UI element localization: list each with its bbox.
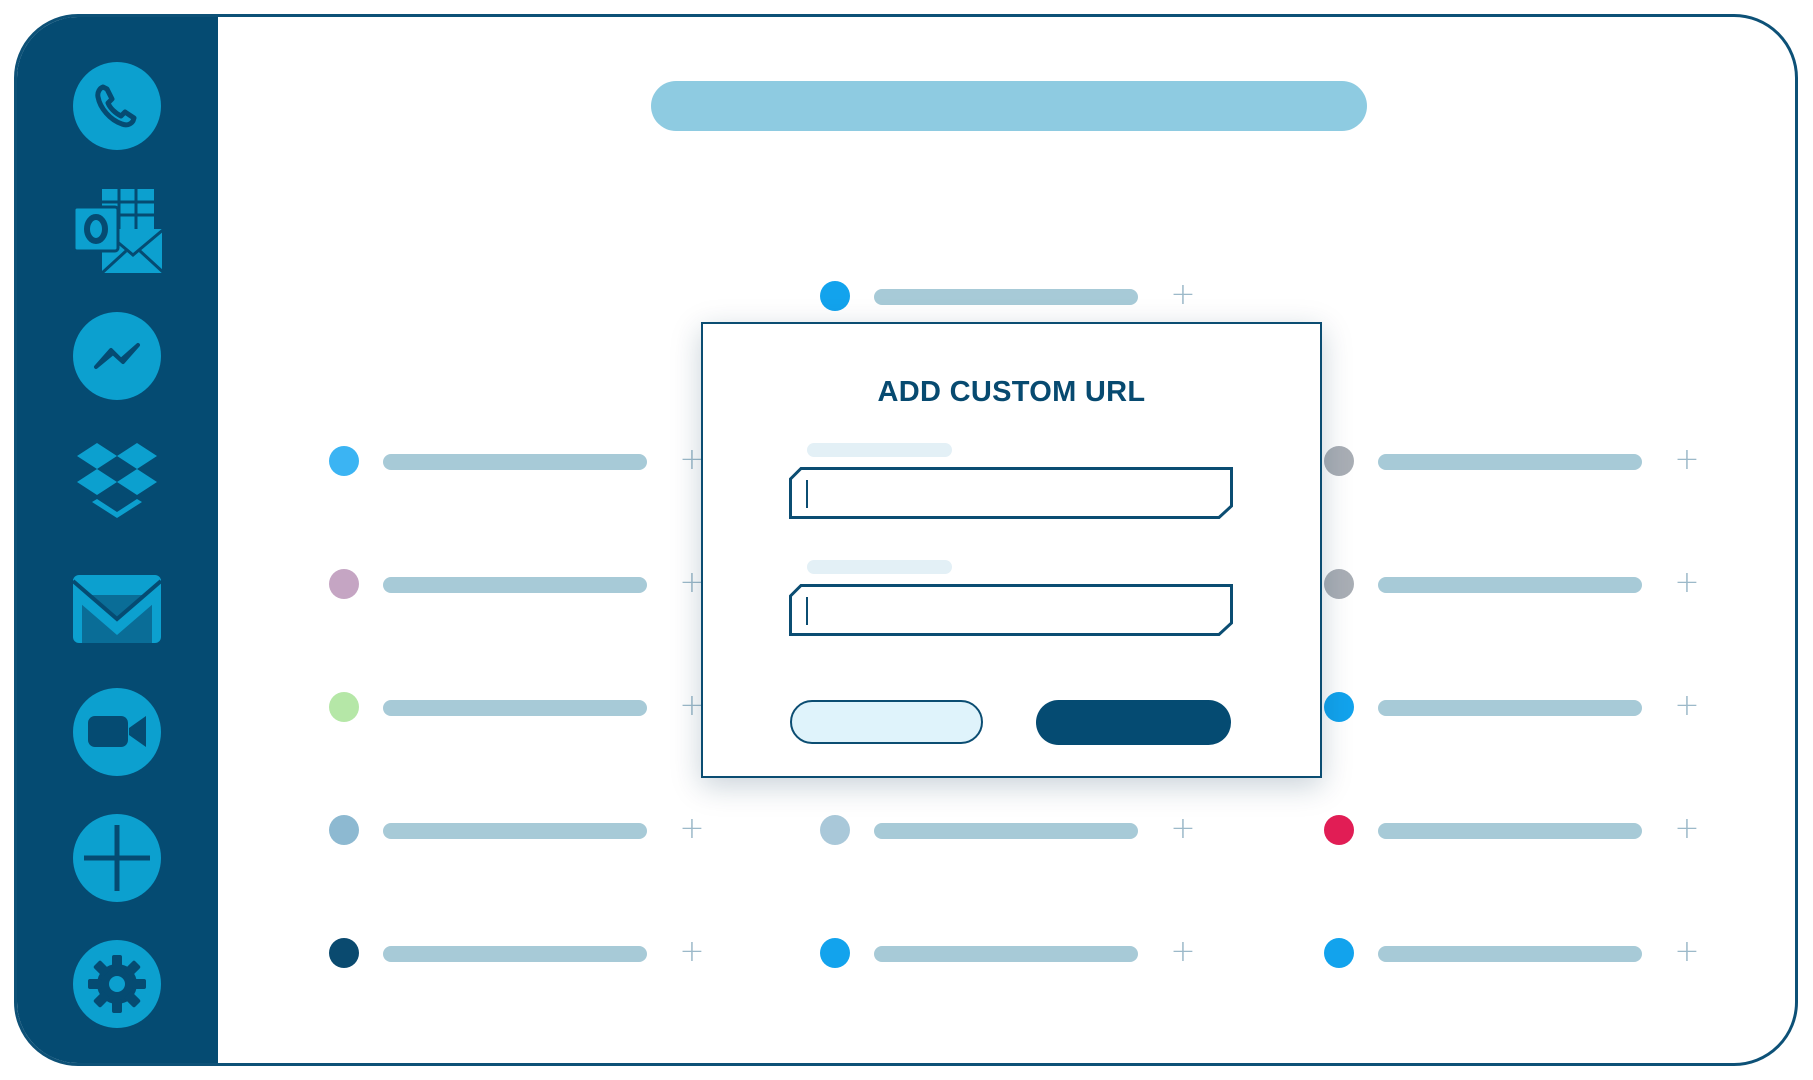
status-dot bbox=[329, 692, 359, 722]
card-label-placeholder bbox=[1378, 823, 1642, 839]
phone-icon[interactable] bbox=[72, 61, 162, 151]
integration-card[interactable]: + bbox=[1296, 422, 1728, 500]
status-dot bbox=[329, 569, 359, 599]
url-address-input[interactable] bbox=[789, 584, 1233, 636]
status-dot bbox=[1324, 569, 1354, 599]
header-placeholder-bar bbox=[651, 81, 1367, 131]
card-label-placeholder bbox=[1378, 700, 1642, 716]
plus-icon[interactable] bbox=[72, 813, 162, 903]
integration-card[interactable]: + bbox=[1296, 914, 1728, 992]
add-custom-url-dialog: ADD CUSTOM URL bbox=[701, 322, 1322, 778]
card-label-placeholder bbox=[1378, 946, 1642, 962]
dropbox-icon[interactable] bbox=[72, 437, 162, 527]
video-camera-icon[interactable] bbox=[72, 687, 162, 777]
card-label-placeholder bbox=[1378, 454, 1642, 470]
card-label-placeholder bbox=[383, 946, 647, 962]
status-dot bbox=[329, 446, 359, 476]
status-dot bbox=[329, 815, 359, 845]
status-dot bbox=[1324, 446, 1354, 476]
text-caret bbox=[806, 480, 808, 508]
card-label-placeholder bbox=[874, 823, 1138, 839]
mail-icon[interactable] bbox=[72, 565, 162, 655]
card-label-placeholder bbox=[1378, 577, 1642, 593]
field-label-placeholder bbox=[807, 560, 952, 574]
integration-card[interactable]: + bbox=[301, 422, 733, 500]
add-icon[interactable]: + bbox=[1168, 275, 1198, 315]
add-icon[interactable]: + bbox=[1168, 809, 1198, 849]
add-icon[interactable]: + bbox=[677, 809, 707, 849]
add-icon[interactable]: + bbox=[677, 932, 707, 972]
add-icon[interactable]: + bbox=[1672, 809, 1702, 849]
integration-card[interactable]: + bbox=[301, 914, 733, 992]
integration-card[interactable]: + bbox=[301, 545, 733, 623]
card-label-placeholder bbox=[383, 577, 647, 593]
add-icon[interactable]: + bbox=[1672, 563, 1702, 603]
outlook-icon[interactable] bbox=[72, 185, 162, 275]
messenger-icon[interactable] bbox=[72, 311, 162, 401]
card-label-placeholder bbox=[874, 289, 1138, 305]
card-label-placeholder bbox=[383, 700, 647, 716]
integration-card[interactable]: + bbox=[792, 914, 1224, 992]
gear-icon[interactable] bbox=[72, 939, 162, 1029]
status-dot bbox=[1324, 815, 1354, 845]
integration-card[interactable]: + bbox=[301, 791, 733, 869]
card-label-placeholder bbox=[383, 454, 647, 470]
add-icon[interactable]: + bbox=[1672, 440, 1702, 480]
status-dot bbox=[820, 281, 850, 311]
confirm-button[interactable] bbox=[1036, 700, 1231, 745]
status-dot bbox=[820, 938, 850, 968]
status-dot bbox=[329, 938, 359, 968]
card-label-placeholder bbox=[874, 946, 1138, 962]
card-label-placeholder bbox=[383, 823, 647, 839]
status-dot bbox=[1324, 692, 1354, 722]
cancel-button[interactable] bbox=[790, 700, 983, 744]
integration-card[interactable]: + bbox=[792, 791, 1224, 869]
add-icon[interactable]: + bbox=[1672, 686, 1702, 726]
add-icon[interactable]: + bbox=[1168, 932, 1198, 972]
sidebar bbox=[17, 17, 218, 1063]
field-label-placeholder bbox=[807, 443, 952, 457]
status-dot bbox=[1324, 938, 1354, 968]
integration-card[interactable]: + bbox=[1296, 545, 1728, 623]
dialog-title: ADD CUSTOM URL bbox=[877, 376, 1146, 408]
integration-card[interactable]: + bbox=[1296, 668, 1728, 746]
status-dot bbox=[820, 815, 850, 845]
text-caret bbox=[806, 597, 808, 625]
integration-card[interactable]: + bbox=[301, 668, 733, 746]
integration-card[interactable]: + bbox=[1296, 791, 1728, 869]
app-window: + + + + + + + + + + + + + ADD CUSTOM URL bbox=[14, 14, 1798, 1066]
url-name-input[interactable] bbox=[789, 467, 1233, 519]
add-icon[interactable]: + bbox=[1672, 932, 1702, 972]
